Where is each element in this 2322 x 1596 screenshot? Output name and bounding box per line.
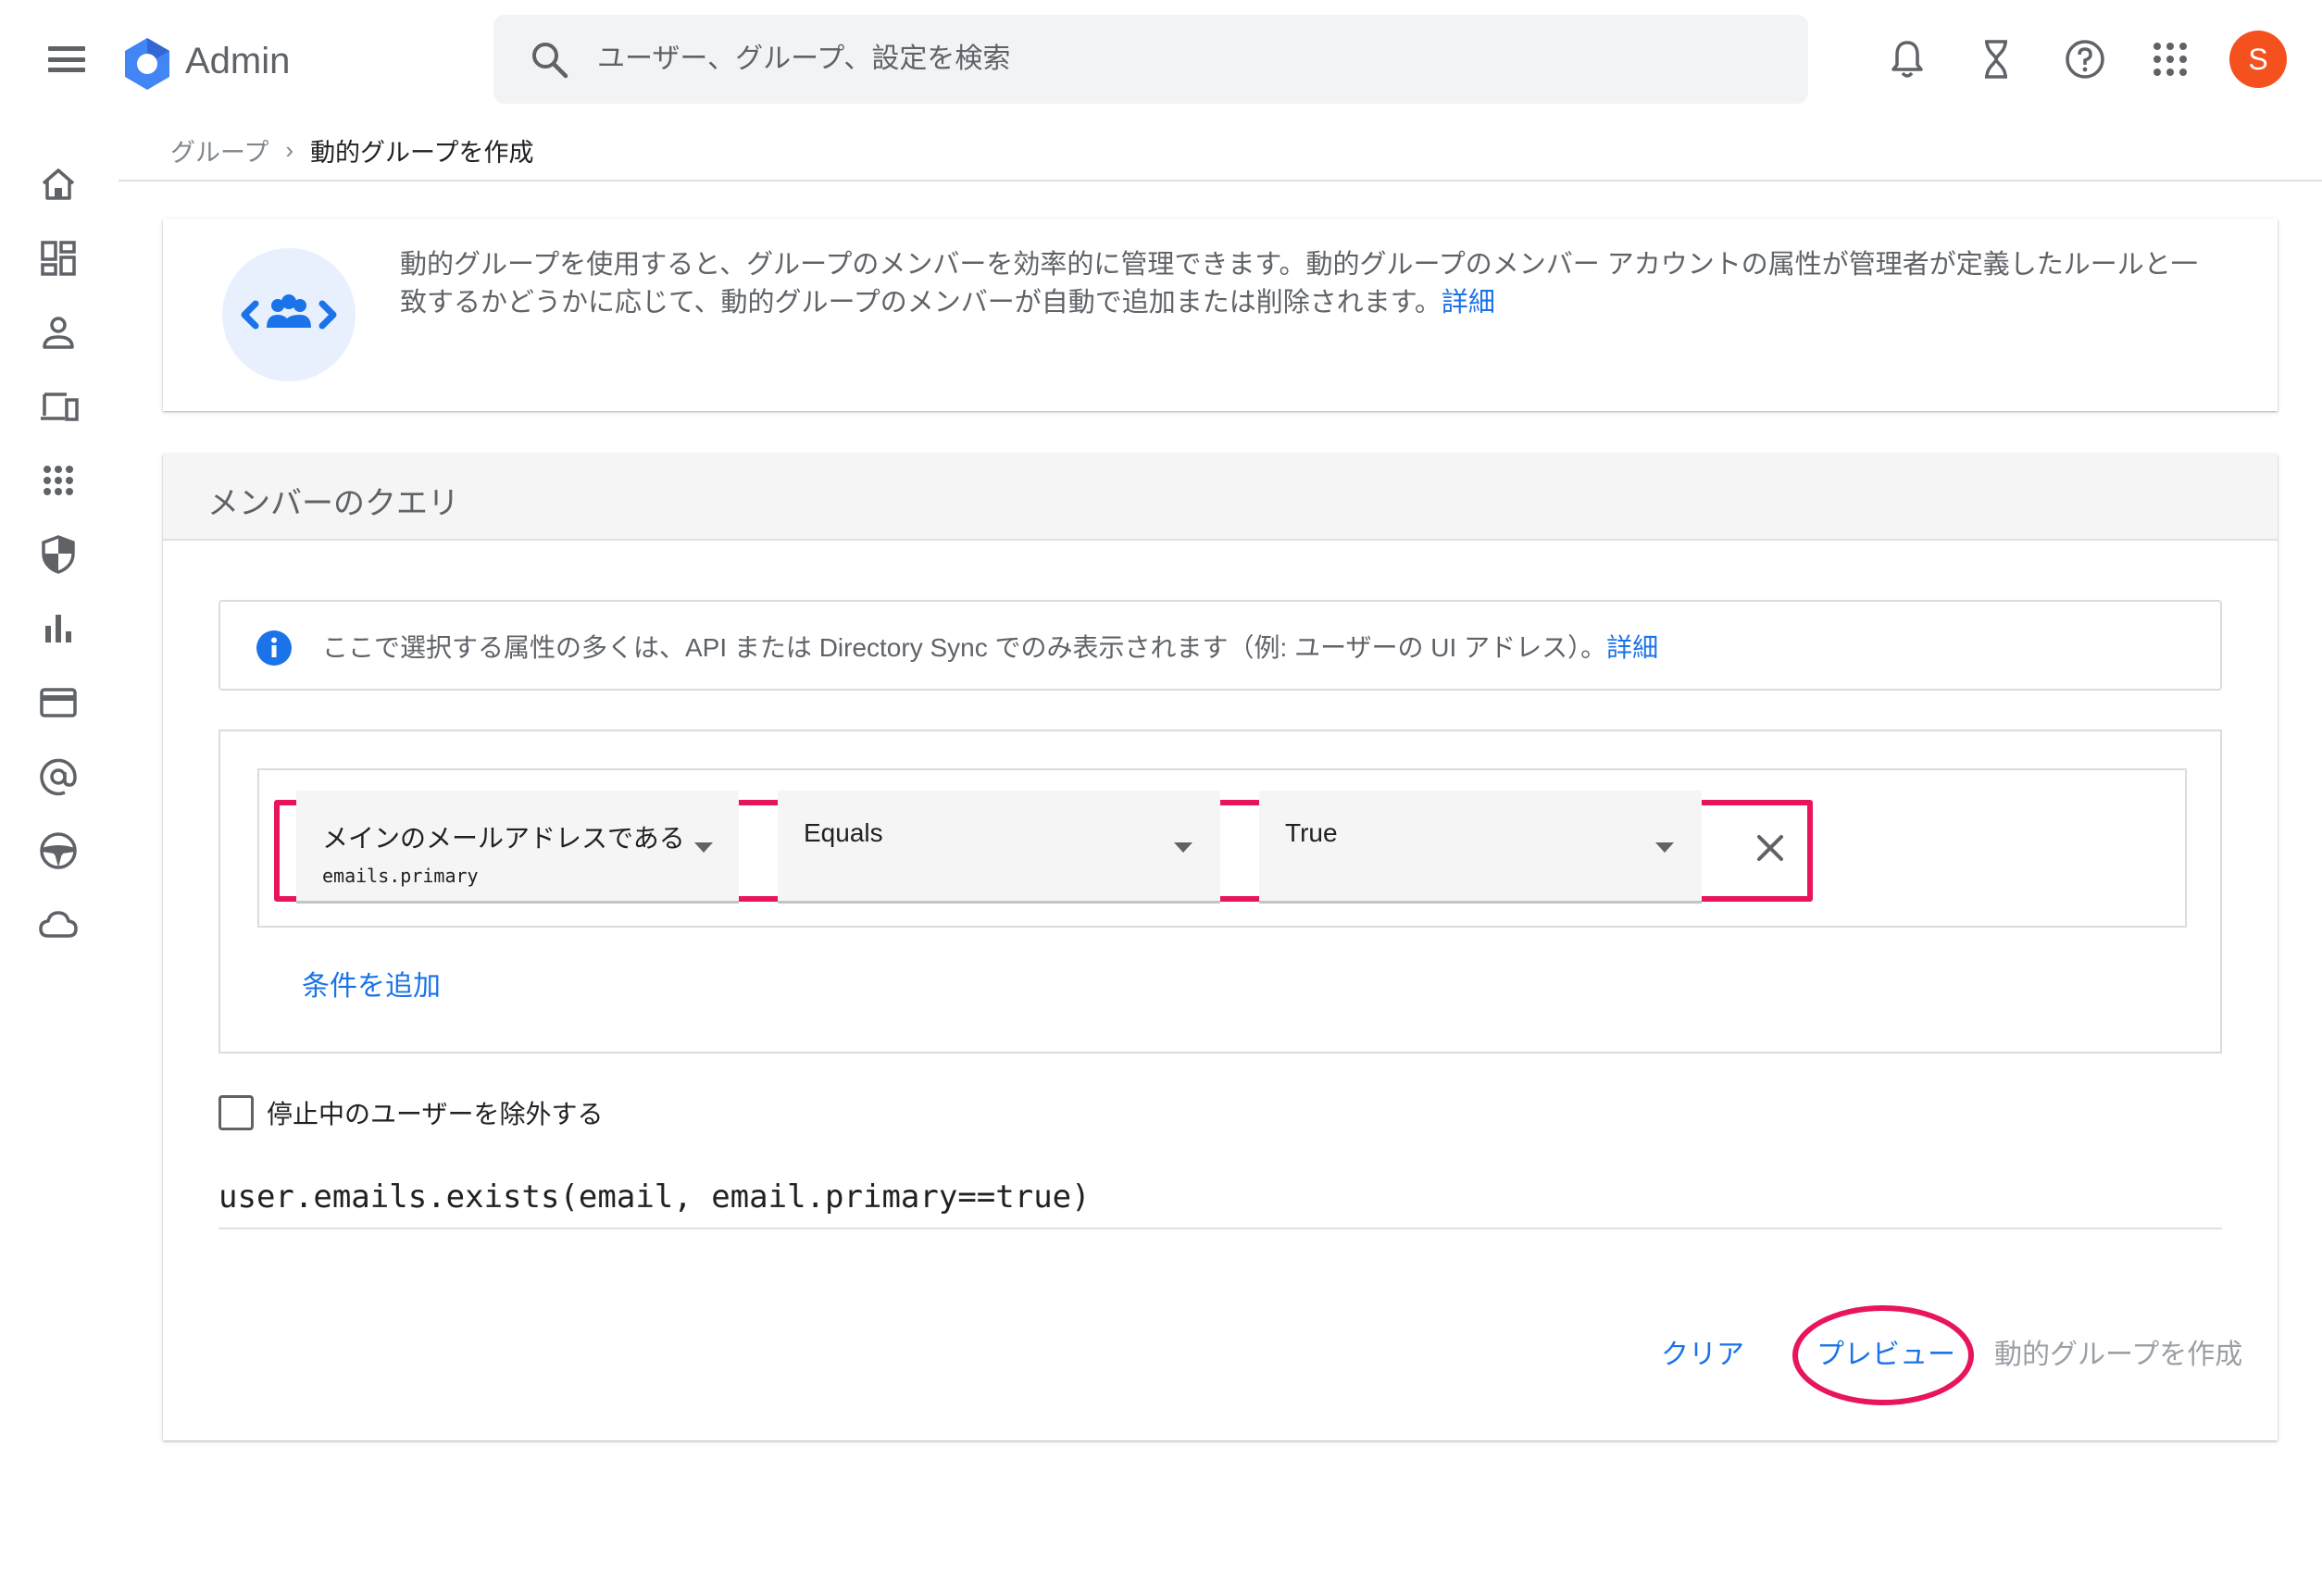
attribute-key: emails.primary (322, 865, 479, 887)
query-actions: クリア プレビュー 動的グループを作成 (163, 1305, 2278, 1405)
value-select-value: True (1285, 818, 1338, 847)
attribute-select[interactable]: メインのメールアドレスである emails.primary (296, 791, 739, 904)
exclude-suspended-checkbox[interactable] (218, 1095, 254, 1130)
preview-button[interactable]: プレビュー (1816, 1331, 1955, 1372)
rules-wheel-icon[interactable] (37, 829, 80, 872)
member-query-card: メンバーのクエリ ここで選択する属性の多くは、API または Directory… (163, 454, 2278, 1440)
query-builder: メインのメールアドレスである emails.primary Equals Tru… (218, 729, 2222, 1054)
value-dropdown-arrow-icon (1655, 842, 1674, 853)
app-brand-name[interactable]: Admin (185, 35, 290, 87)
clear-button[interactable]: クリア (1661, 1331, 1744, 1372)
security-shield-icon[interactable] (37, 533, 80, 576)
cloud-icon[interactable] (37, 904, 80, 946)
operator-select-value: Equals (804, 818, 883, 847)
remove-condition-close-icon[interactable] (1750, 828, 1791, 868)
users-icon[interactable] (37, 311, 80, 354)
breadcrumb-current: 動的グループを作成 (310, 138, 534, 167)
billing-card-icon[interactable] (37, 681, 80, 724)
intro-card: 動的グループを使用すると、グループのメンバーを効率的に管理できます。動的グループ… (163, 218, 2278, 411)
account-avatar[interactable]: S (2229, 31, 2287, 88)
intro-description: 動的グループを使用すると、グループのメンバーを効率的に管理できます。動的グループ… (400, 246, 2215, 322)
member-query-title: メンバーのクエリ (207, 486, 459, 521)
query-expression-field[interactable]: user.emails.exists(email, email.primary=… (218, 1174, 2222, 1229)
operator-select[interactable]: Equals (778, 791, 1220, 904)
breadcrumb-divider (119, 180, 2322, 181)
home-icon[interactable] (37, 163, 80, 206)
operator-dropdown-arrow-icon (1174, 842, 1192, 853)
admin-logo-icon[interactable] (119, 35, 176, 93)
exclude-suspended-row: 停止中のユーザーを除外する (218, 1091, 603, 1135)
intro-text: 動的グループを使用すると、グループのメンバーを効率的に管理できます。動的グループ… (400, 250, 2198, 318)
dashboard-icon[interactable] (37, 237, 80, 280)
devices-icon[interactable] (37, 385, 80, 428)
search-icon[interactable] (529, 39, 569, 80)
info-notice-text: ここで選択する属性の多くは、API または Directory Sync でのみ… (322, 633, 1607, 662)
info-icon (256, 630, 292, 666)
info-learn-more-link[interactable]: 詳細 (1606, 633, 1658, 662)
exclude-suspended-label[interactable]: 停止中のユーザーを除外する (267, 1094, 603, 1131)
top-app-bar: Admin S (0, 0, 2322, 118)
create-dynamic-group-button[interactable]: 動的グループを作成 (1994, 1331, 2242, 1372)
reports-chart-icon[interactable] (37, 607, 80, 650)
breadcrumb-groups-link[interactable]: グループ (170, 132, 268, 168)
main-menu-icon[interactable] (44, 41, 89, 78)
breadcrumb-separator: › (285, 135, 294, 164)
value-select[interactable]: True (1259, 791, 1702, 904)
intro-learn-more-link[interactable]: 詳細 (1442, 288, 1495, 318)
help-icon[interactable] (2063, 37, 2107, 81)
attribute-dropdown-arrow-icon (694, 842, 713, 853)
search-bar[interactable] (493, 15, 1808, 104)
notifications-bell-icon[interactable] (1885, 37, 1929, 81)
hourglass-tasks-icon[interactable] (1974, 37, 2018, 81)
info-notice-text-wrap: ここで選択する属性の多くは、API または Directory Sync でのみ… (322, 630, 1658, 667)
search-input[interactable] (597, 33, 1782, 85)
account-at-icon[interactable] (37, 755, 80, 798)
dynamic-group-icon (241, 294, 337, 330)
query-rule-row: メインのメールアドレスである emails.primary Equals Tru… (257, 768, 2187, 928)
apps-grid-icon[interactable] (2148, 37, 2192, 81)
attribute-select-value: メインのメールアドレスである (322, 824, 685, 853)
add-condition-button[interactable]: 条件を追加 (302, 963, 441, 1004)
dynamic-group-badge (222, 248, 356, 381)
member-query-header: メンバーのクエリ (163, 454, 2278, 541)
apps-icon[interactable] (37, 459, 80, 502)
attributes-info-notice: ここで選択する属性の多くは、API または Directory Sync でのみ… (218, 600, 2222, 691)
breadcrumb: グループ › 動的グループを作成 (170, 130, 533, 170)
